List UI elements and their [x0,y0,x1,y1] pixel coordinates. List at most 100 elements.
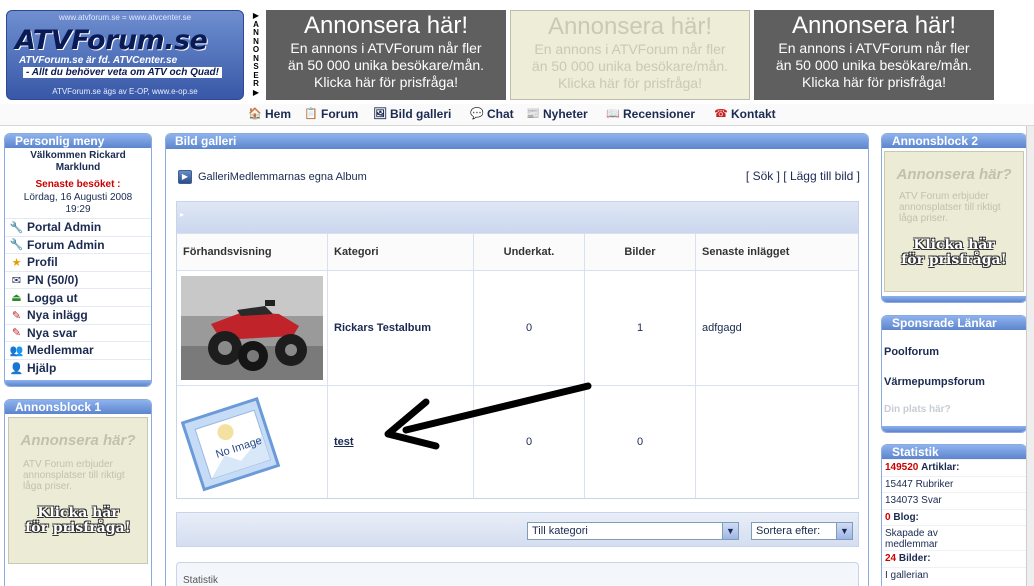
banner-title: Annonsera här! [547,13,713,40]
category-link[interactable]: test [334,436,354,448]
panel-footer [882,426,1026,432]
breadcrumb: ▶ GalleriMedlemmarnas egna Album [178,170,367,184]
atv-thumbnail[interactable] [181,276,323,380]
sort-select[interactable]: Sortera efter: ▼ [751,522,853,540]
ad-text: låga priser. [23,481,72,492]
menu-members[interactable]: 👥 Medlemmar [5,341,151,359]
chevron-down-icon: ▼ [722,523,738,539]
nav-label: Recensioner [623,107,696,121]
page-scrollbar[interactable] [1026,126,1034,586]
sort-select-value: Sortera efter: [756,525,821,537]
banner-title: Annonsera här! [303,12,469,39]
sponsored-links-title: Sponsrade Länkar [882,316,1026,330]
stat-images-desc: I gallerian [882,566,1026,584]
subcats-count: 0 [474,271,585,385]
menu-logout[interactable]: ⏏ Logga ut [5,288,151,306]
message-icon: ✉ [11,274,22,287]
add-image-link[interactable]: [ Lägg till bild ] [783,169,860,183]
banner-line: än 50 000 unika besökare/mån. [287,57,485,73]
banner-line: Klicka här för prisfråga! [558,75,702,91]
header-preview: Förhandsvisning [177,234,328,270]
logo-owner: ATVForum.se ägs av E-OP, www.e-op.se [52,87,198,96]
ad-cta: Klicka här [913,237,995,253]
nav-gallery[interactable]: 🖼 Bild galleri [373,107,451,121]
banner-line: En annons i ATVForum når fler [290,40,482,56]
menu-link-label: Logga ut [27,290,78,305]
menu-link-label: Portal Admin [27,220,102,235]
nav-label: Forum [321,107,359,121]
new-posts-icon: ✎ [11,309,22,322]
no-image-icon[interactable]: No Image [181,390,287,494]
table-row: Rickars Testalbum 0 1 adfgagd [177,270,858,385]
ad-text: ATV Forum erbjuder [899,191,989,202]
menu-profile[interactable]: ★ Profil [5,253,151,271]
latest-post [696,386,858,498]
preview-cell: No Image [177,386,328,498]
search-link[interactable]: [ Sök ] [746,169,780,183]
category-link[interactable]: Rickars Testalbum [334,322,431,334]
personal-menu-title: Personlig meny [5,134,151,148]
ad-block-2-ad[interactable]: Annonsera här? ATV Forum erbjuder annons… [884,151,1024,292]
banner-ad-1[interactable]: Annonsera här! En annons i ATVForum når … [266,10,506,100]
stat-topics: 15447 Rubriker [882,475,1026,493]
menu-help[interactable]: 👤 Hjälp [5,358,151,377]
stat-blog-count: 0 [885,511,891,523]
site-logo[interactable]: www.atvforum.se = www.atvcenter.se ATVFo… [6,10,244,100]
sponsor-link-poolforum[interactable]: Poolforum [882,346,1026,358]
menu-new-replies[interactable]: ✎ Nya svar [5,323,151,342]
banner-line: Klicka här för prisfråga! [802,74,946,90]
ad-block-1-ad[interactable]: Annonsera här? ATV Forum erbjuder annons… [8,417,148,564]
personal-menu: Personlig meny Välkommen Rickard Marklun… [4,133,152,387]
help-icon: 👤 [9,362,24,375]
banner-ad-2[interactable]: Annonsera här! En annons i ATVForum når … [510,10,750,100]
stat-articles: 149520 Artiklar: [882,459,1026,476]
main-nav: 🏠 Hem 📋 Forum 🖼 Bild galleri 💬 Chat 📰 Ny… [0,104,1034,126]
ad-text: låga priser. [899,213,948,224]
arrow-right-icon: ▶ [178,170,192,184]
latest-post[interactable]: adfgagd [696,271,858,385]
nav-contact[interactable]: ☎ Kontakt [714,107,776,121]
menu-link-label: Nya svar [27,325,78,340]
images-count: 1 [585,271,696,385]
banner-ad-3[interactable]: Annonsera här! En annons i ATVForum når … [754,10,994,100]
gallery-icon: 🖼 [373,107,387,120]
nav-label: Kontakt [731,107,776,121]
stat-images-label: Bilder: [898,553,931,564]
header-images: Bilder [585,234,696,270]
ad-block-1-title: Annonsblock 1 [5,400,151,414]
nav-chat[interactable]: 💬 Chat [470,107,514,121]
banner-line: än 50 000 unika besökare/mån. [775,57,973,73]
menu-private-messages[interactable]: ✉ PN (50/0) [5,270,151,289]
category-cell: Rickars Testalbum [328,271,474,385]
sponsor-link-your-spot[interactable]: Din plats här? [882,404,1026,415]
stat-replies: 134073 Svar [882,492,1026,509]
breadcrumb-text[interactable]: GalleriMedlemmarnas egna Album [198,171,367,183]
nav-reviews[interactable]: 📖 Recensioner [606,107,695,121]
sponsor-link-varmepumpsforum[interactable]: Värmepumpsforum [882,376,1026,388]
header-latest: Senaste inlägget [696,234,858,270]
nav-home[interactable]: 🏠 Hem [248,107,291,121]
news-icon: 📰 [526,107,540,120]
banner-line: En annons i ATVForum når fler [778,40,970,56]
menu-forum-admin[interactable]: 🔧 Forum Admin [5,235,151,254]
sort-bar: Till kategori ▼ Sortera efter: ▼ [176,512,859,547]
category-select-value: Till kategori [532,525,588,537]
banner-line: Klicka här för prisfråga! [314,74,458,90]
menu-portal-admin[interactable]: 🔧 Portal Admin [5,218,151,236]
logo-subtitle: ATVForum.se är fd. ATVCenter.se [19,55,178,66]
nav-forum[interactable]: 📋 Forum [304,107,358,121]
nav-news[interactable]: 📰 Nyheter [526,107,588,121]
category-select[interactable]: Till kategori ▼ [527,522,739,540]
gallery-panel: Bild galleri ▶ GalleriMedlemmarnas egna … [165,133,869,586]
header-category: Kategori [328,234,474,270]
menu-link-label: Nya inlägg [27,308,88,323]
logo-tagline: - Allt du behöver veta om ATV och Quad! [23,67,222,78]
ad-cta: för prisfråga! [25,520,131,536]
banner-line: än 50 000 unika besökare/mån. [531,58,729,74]
stat-articles-count: 149520 [885,462,919,473]
menu-link-label: Medlemmar [27,343,94,358]
tools-icon: 🔧 [9,221,24,234]
menu-new-posts[interactable]: ✎ Nya inlägg [5,305,151,324]
ad-text: annonsplatser till riktigt [23,470,125,481]
welcome-line: Marklund [55,162,101,173]
